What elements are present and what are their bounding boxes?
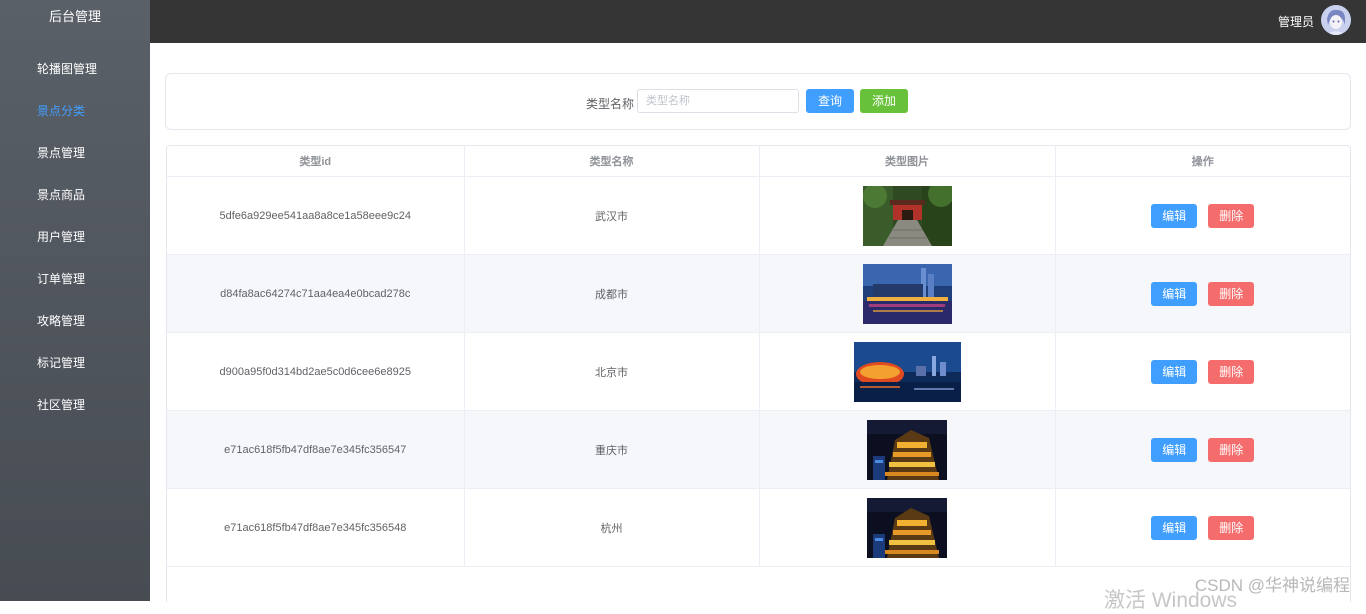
user-avatar-icon[interactable] bbox=[1321, 5, 1351, 35]
delete-button[interactable]: 删除 bbox=[1208, 437, 1255, 462]
sidebar-item-carousel[interactable]: 轮播图管理 bbox=[0, 48, 150, 90]
sidebar-item-scenic-category[interactable]: 景点分类 bbox=[0, 90, 150, 132]
edit-button[interactable]: 编辑 bbox=[1151, 515, 1198, 540]
cell-type-name: 杭州 bbox=[464, 488, 760, 567]
cell-type-id: 5dfe6a929ee541aa8a8ce1a58eee9c24 bbox=[167, 176, 465, 255]
cell-type-name: 重庆市 bbox=[464, 410, 760, 489]
edit-button[interactable]: 编辑 bbox=[1151, 359, 1198, 384]
cell-type-name: 北京市 bbox=[464, 332, 760, 411]
edit-button[interactable]: 编辑 bbox=[1151, 437, 1198, 462]
sidebar-item-marks[interactable]: 标记管理 bbox=[0, 342, 150, 384]
column-header-actions: 操作 bbox=[1055, 146, 1350, 177]
table-row: e71ac618f5fb47df8ae7e345fc356548 杭州 编辑 删… bbox=[167, 488, 1350, 567]
cell-type-id: d84fa8ac64274c71aa4ea4e0bcad278c bbox=[167, 254, 465, 333]
sidebar-item-users[interactable]: 用户管理 bbox=[0, 216, 150, 258]
sidebar-item-orders[interactable]: 订单管理 bbox=[0, 258, 150, 300]
table-row: 5dfe6a929ee541aa8a8ce1a58eee9c24 武汉市 编辑 … bbox=[167, 176, 1350, 255]
edit-button[interactable]: 编辑 bbox=[1151, 203, 1198, 228]
cell-type-name: 成都市 bbox=[464, 254, 760, 333]
table-row: d900a95f0d314bd2ae5c0d6cee6e8925 北京市 编辑 … bbox=[167, 332, 1350, 411]
sidebar: 后台管理 轮播图管理 景点分类 景点管理 景点商品 用户管理 订单管理 攻略管理… bbox=[0, 0, 150, 601]
chongqing-hongyadong-photo bbox=[867, 419, 947, 480]
edit-button[interactable]: 编辑 bbox=[1151, 281, 1198, 306]
delete-button[interactable]: 删除 bbox=[1208, 515, 1255, 540]
cell-type-id: d900a95f0d314bd2ae5c0d6cee6e8925 bbox=[167, 332, 465, 411]
query-button[interactable]: 查询 bbox=[806, 89, 855, 113]
csdn-watermark: CSDN @华神说编程 bbox=[1194, 576, 1350, 595]
sidebar-item-scenic-goods[interactable]: 景点商品 bbox=[0, 174, 150, 216]
table-row: d84fa8ac64274c71aa4ea4e0bcad278c 成都市 编辑 … bbox=[167, 254, 1350, 333]
delete-button[interactable]: 删除 bbox=[1208, 359, 1255, 384]
search-panel: 类型名称 查询 添加 bbox=[165, 73, 1351, 130]
column-header-id: 类型id bbox=[167, 146, 465, 177]
chengdu-night-photo bbox=[862, 263, 952, 324]
user-name[interactable]: 管理员 bbox=[1278, 13, 1314, 30]
hangzhou-night-photo bbox=[867, 497, 947, 558]
type-name-input[interactable] bbox=[637, 89, 799, 113]
column-header-name: 类型名称 bbox=[464, 146, 760, 177]
add-button[interactable]: 添加 bbox=[860, 89, 909, 113]
beijing-birdsnest-photo bbox=[853, 341, 961, 402]
table-header-row: 类型id 类型名称 类型图片 操作 bbox=[167, 146, 1350, 177]
type-name-label: 类型名称 bbox=[586, 97, 635, 111]
sidebar-item-guides[interactable]: 攻略管理 bbox=[0, 300, 150, 342]
category-table: 类型id 类型名称 类型图片 操作 5dfe6a929ee541aa8a8ce1… bbox=[166, 145, 1351, 602]
cell-type-name: 武汉市 bbox=[464, 176, 760, 255]
sidebar-item-community[interactable]: 社区管理 bbox=[0, 384, 150, 426]
sidebar-item-scenic[interactable]: 景点管理 bbox=[0, 132, 150, 174]
app-title: 后台管理 bbox=[48, 9, 101, 24]
delete-button[interactable]: 删除 bbox=[1208, 281, 1255, 306]
wuhan-gate-photo bbox=[862, 185, 952, 246]
table-row: e71ac618f5fb47df8ae7e345fc356547 重庆市 编辑 … bbox=[167, 410, 1350, 489]
column-header-image: 类型图片 bbox=[759, 146, 1056, 177]
cell-type-id: e71ac618f5fb47df8ae7e345fc356547 bbox=[167, 410, 465, 489]
delete-button[interactable]: 删除 bbox=[1208, 203, 1255, 228]
sidebar-menu: 轮播图管理 景点分类 景点管理 景点商品 用户管理 订单管理 攻略管理 标记管理… bbox=[0, 48, 150, 426]
cell-type-id: e71ac618f5fb47df8ae7e345fc356548 bbox=[167, 488, 465, 567]
top-header: 管理员 bbox=[150, 0, 1366, 43]
